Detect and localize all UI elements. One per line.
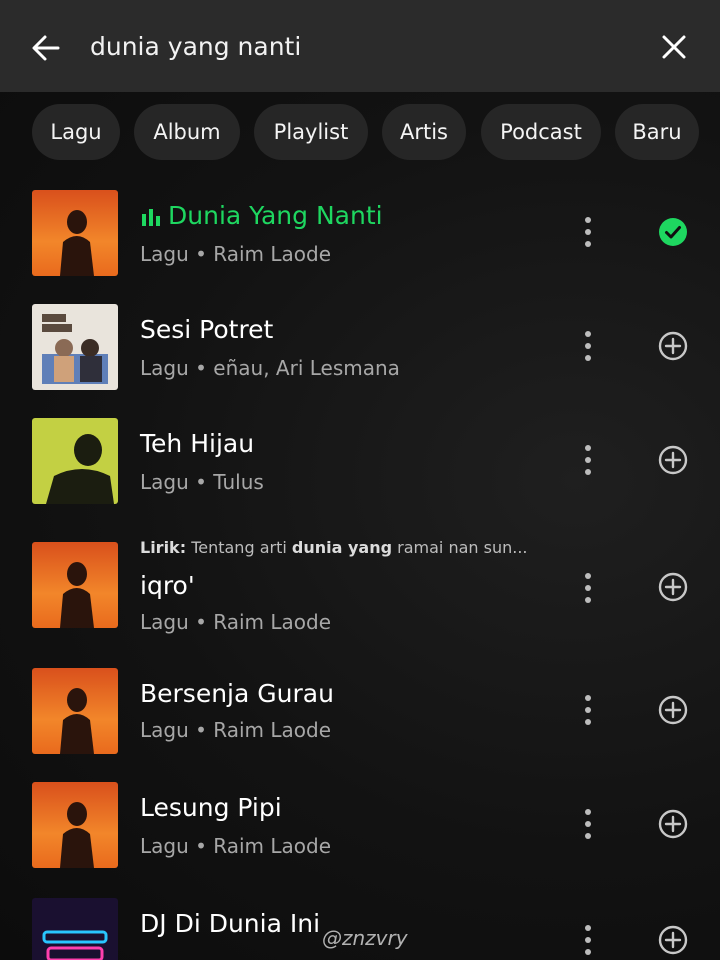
lyric-snippet: Lirik: Tentang arti dunia yang ramai nan…	[140, 538, 528, 557]
more-options-icon[interactable]	[574, 568, 602, 608]
song-title: Dunia Yang Nanti	[140, 200, 383, 232]
add-icon[interactable]	[656, 329, 690, 363]
result-row[interactable]: Dunia Yang Nanti Lagu • Raim Laode	[0, 176, 720, 286]
result-row[interactable]: Sesi Potret Lagu • eñau, Ari Lesmana	[0, 290, 720, 400]
result-row[interactable]: Bersenja Gurau Lagu • Raim Laode	[0, 654, 720, 764]
song-title: iqro'	[140, 571, 195, 600]
filter-chips: Lagu Album Playlist Artis Podcast Baru	[0, 104, 720, 160]
more-options-icon[interactable]	[574, 920, 602, 960]
close-icon[interactable]	[654, 27, 694, 67]
arrow-left-icon[interactable]	[26, 28, 66, 68]
song-subtitle: Lagu • Tulus	[140, 470, 264, 494]
more-options-icon[interactable]	[574, 804, 602, 844]
song-subtitle: Lagu • Raim Laode	[140, 834, 332, 858]
saved-check-icon[interactable]	[656, 215, 690, 249]
search-input[interactable]: dunia yang nanti	[90, 30, 301, 64]
lyric-label: Lirik:	[140, 538, 187, 557]
song-title: DJ Di Dunia Ini	[140, 909, 321, 938]
add-icon[interactable]	[656, 443, 690, 477]
add-icon[interactable]	[656, 807, 690, 841]
album-cover	[32, 190, 118, 276]
album-cover	[32, 542, 118, 628]
chip-baru[interactable]: Baru	[615, 104, 699, 160]
album-cover	[32, 898, 118, 960]
lyric-text-pre: Tentang arti	[191, 538, 287, 557]
more-options-icon[interactable]	[574, 690, 602, 730]
equalizer-icon	[142, 209, 160, 226]
chip-lagu[interactable]: Lagu	[32, 104, 120, 160]
song-title: Bersenja Gurau	[140, 679, 334, 708]
album-cover	[32, 418, 118, 504]
album-cover	[32, 304, 118, 390]
song-title: Sesi Potret	[140, 315, 274, 344]
search-results-screen: dunia yang nanti Lagu Album Playlist Art…	[0, 0, 720, 960]
watermark-text: @znzvry	[322, 926, 408, 950]
chip-album[interactable]: Album	[134, 104, 240, 160]
result-row[interactable]: Lirik: Tentang arti dunia yang ramai nan…	[0, 528, 720, 648]
more-options-icon[interactable]	[574, 440, 602, 480]
chip-podcast[interactable]: Podcast	[481, 104, 601, 160]
lyric-match: dunia yang	[291, 538, 393, 557]
lyric-text-post: ramai nan sun...	[397, 538, 528, 557]
add-icon[interactable]	[656, 923, 690, 957]
chip-playlist[interactable]: Playlist	[254, 104, 368, 160]
song-title: Lesung Pipi	[140, 793, 282, 822]
result-row[interactable]: Teh Hijau Lagu • Tulus	[0, 404, 720, 514]
add-icon[interactable]	[656, 570, 690, 604]
song-title-text: Dunia Yang Nanti	[168, 201, 383, 230]
song-subtitle: Lagu • Raim Laode	[140, 718, 332, 742]
song-title: Teh Hijau	[140, 429, 255, 458]
song-subtitle: Lagu • eñau, Ari Lesmana	[140, 356, 400, 380]
search-bar: dunia yang nanti	[0, 0, 720, 92]
more-options-icon[interactable]	[574, 212, 602, 252]
add-icon[interactable]	[656, 693, 690, 727]
result-row[interactable]: Lesung Pipi Lagu • Raim Laode	[0, 768, 720, 878]
chip-artis[interactable]: Artis	[382, 104, 466, 160]
album-cover	[32, 782, 118, 868]
song-subtitle: Lagu • Raim Laode	[140, 242, 332, 266]
album-cover	[32, 668, 118, 754]
song-subtitle: Lagu • Raim Laode	[140, 610, 332, 634]
more-options-icon[interactable]	[574, 326, 602, 366]
